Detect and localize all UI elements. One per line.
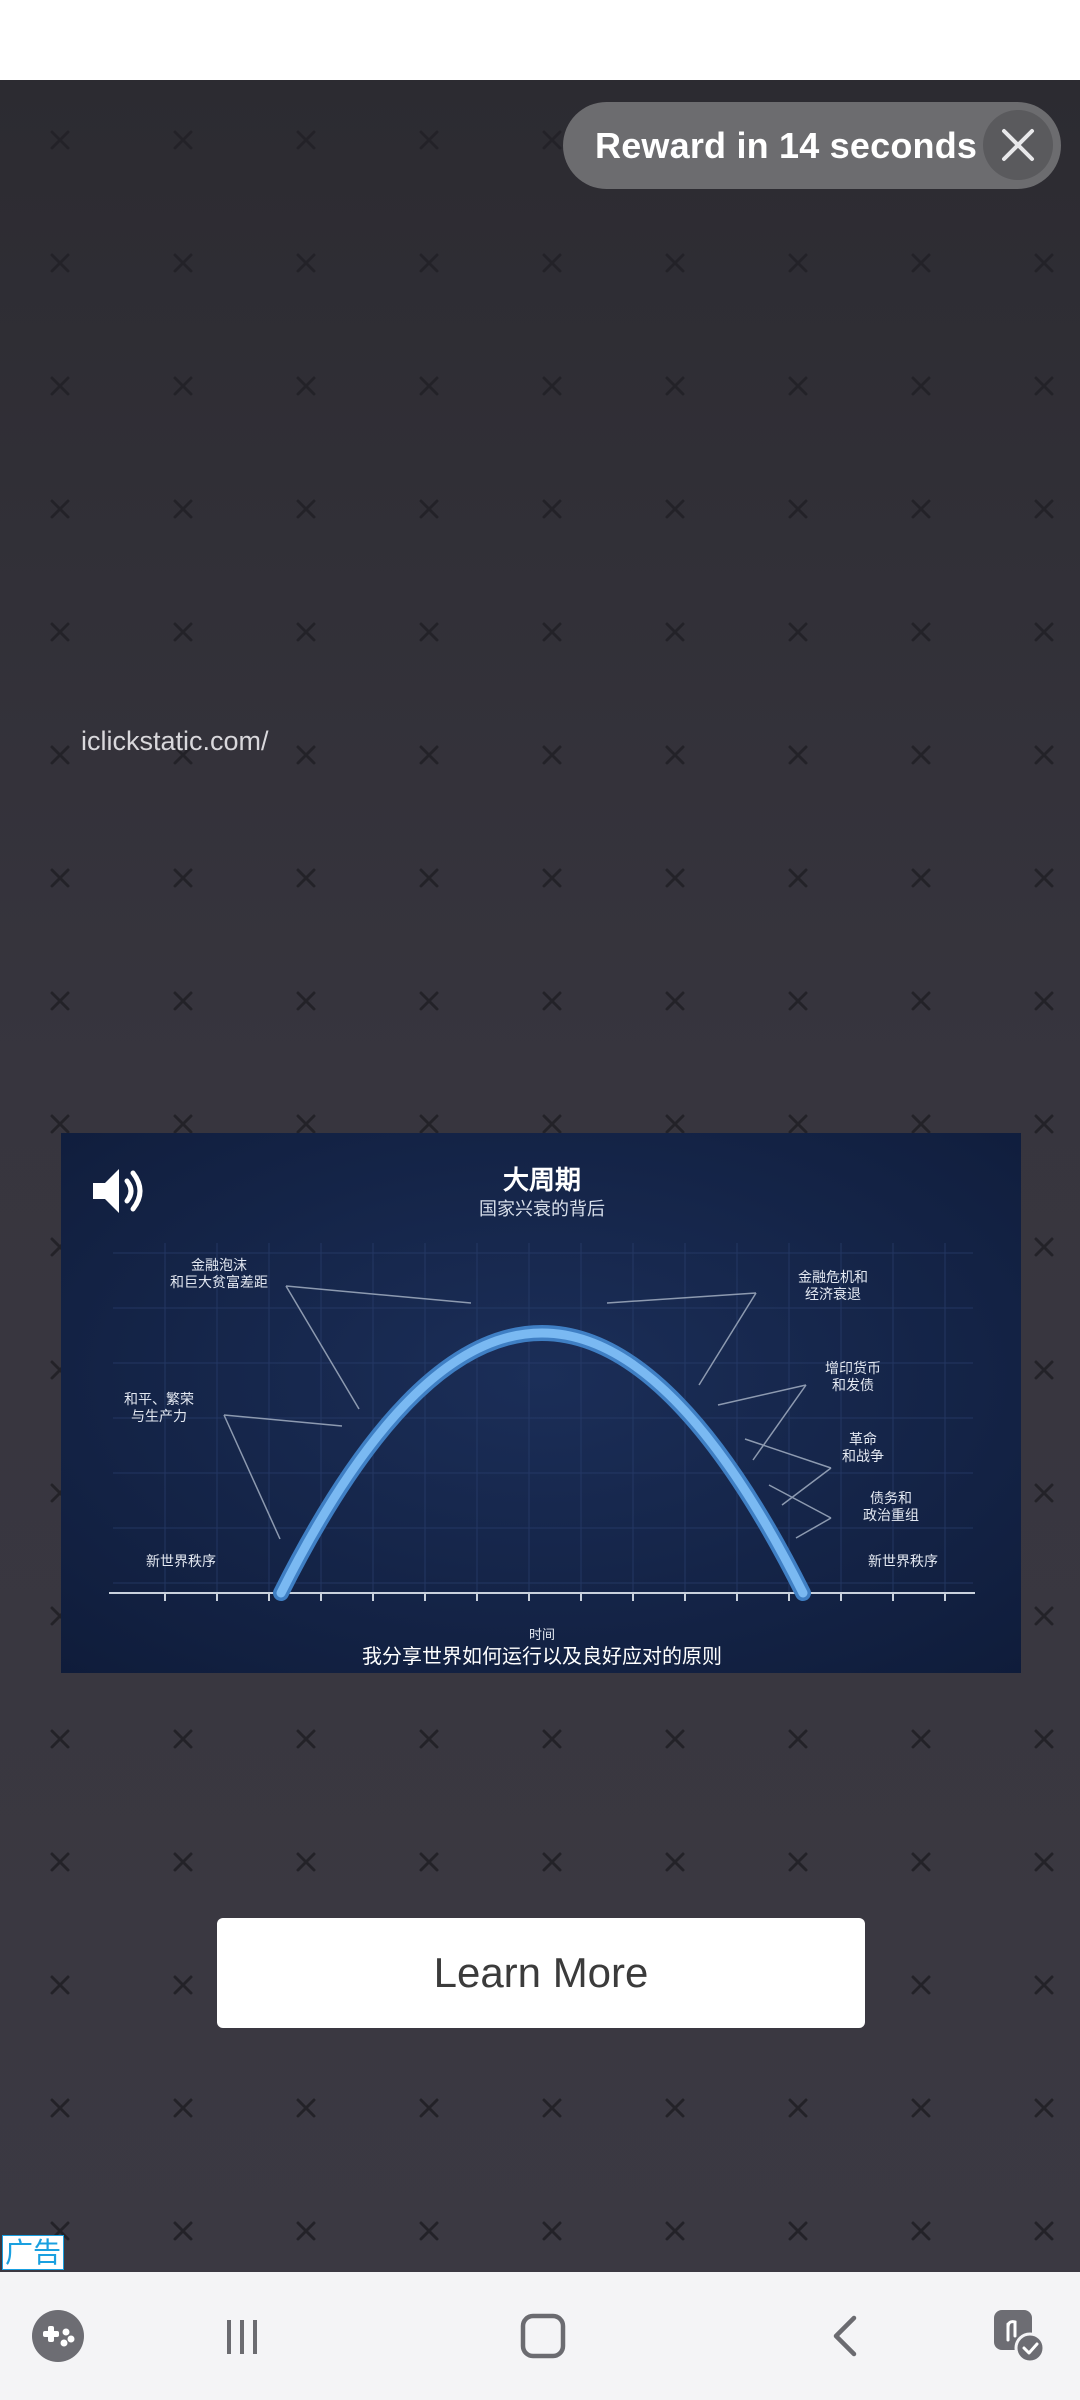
recent-apps-button[interactable] (206, 2300, 278, 2372)
reward-countdown-text: Reward in 14 seconds (595, 124, 978, 166)
annotation-restructure-1: 债务和 (870, 1491, 912, 1507)
close-ad-button[interactable] (983, 110, 1053, 180)
annotation-new-order-left: 新世界秩序 (146, 1554, 216, 1570)
video-caption: 我分享世界如何运行以及良好应对的原则 (362, 1644, 722, 1668)
back-icon (833, 2315, 857, 2357)
recent-apps-icon (227, 2320, 257, 2354)
annotation-new-order-right: 新世界秩序 (868, 1554, 938, 1570)
close-icon (1002, 129, 1034, 161)
home-button[interactable] (507, 2300, 579, 2372)
big-cycle-chart: 大周期 国家兴衰的背后 金融泡沫 和巨大贫富差距 和平、繁荣 与生产力 新世界秩… (61, 1133, 1021, 1673)
axis-label: 时间 (529, 1628, 555, 1643)
annotation-peace-1: 和平、繁荣 (124, 1392, 194, 1408)
game-launcher-icon (32, 2310, 84, 2362)
assistive-touch-icon (994, 2310, 1046, 2364)
learn-more-button[interactable]: Learn More (217, 1918, 865, 2028)
annotation-peace-2: 与生产力 (131, 1409, 187, 1425)
back-button[interactable] (810, 2300, 882, 2372)
annotation-revolution-2: 和战争 (842, 1449, 884, 1465)
video-subtitle: 国家兴衰的背后 (479, 1199, 605, 1220)
ad-badge: 广告 (2, 2235, 65, 2270)
home-icon (520, 2313, 566, 2359)
annotation-restructure-2: 政治重组 (863, 1508, 919, 1524)
assistive-touch-button[interactable] (982, 2300, 1054, 2372)
annotation-printing-1: 增印货币 (825, 1360, 881, 1377)
ad-video[interactable]: 大周期 国家兴衰的背后 金融泡沫 和巨大贫富差距 和平、繁荣 与生产力 新世界秩… (61, 1133, 1021, 1673)
navigation-bar (0, 2272, 1080, 2400)
annotation-financial-bubble-1: 金融泡沫 (191, 1258, 247, 1274)
game-launcher-button[interactable] (22, 2300, 94, 2372)
annotation-crisis-2: 经济衰退 (805, 1286, 861, 1303)
status-bar (0, 0, 1080, 80)
annotation-financial-bubble-2: 和巨大贫富差距 (170, 1274, 268, 1291)
reward-timer-pill: Reward in 14 seconds (563, 102, 1061, 189)
annotation-revolution-1: 革命 (849, 1431, 877, 1448)
video-title: 大周期 (503, 1166, 581, 1196)
sound-on-icon (93, 1169, 143, 1213)
annotation-printing-2: 和发债 (832, 1378, 874, 1394)
advertiser-domain: iclickstatic.com/ (81, 726, 269, 756)
speaker-icon[interactable] (87, 1159, 151, 1223)
annotation-crisis-1: 金融危机和 (798, 1270, 868, 1286)
